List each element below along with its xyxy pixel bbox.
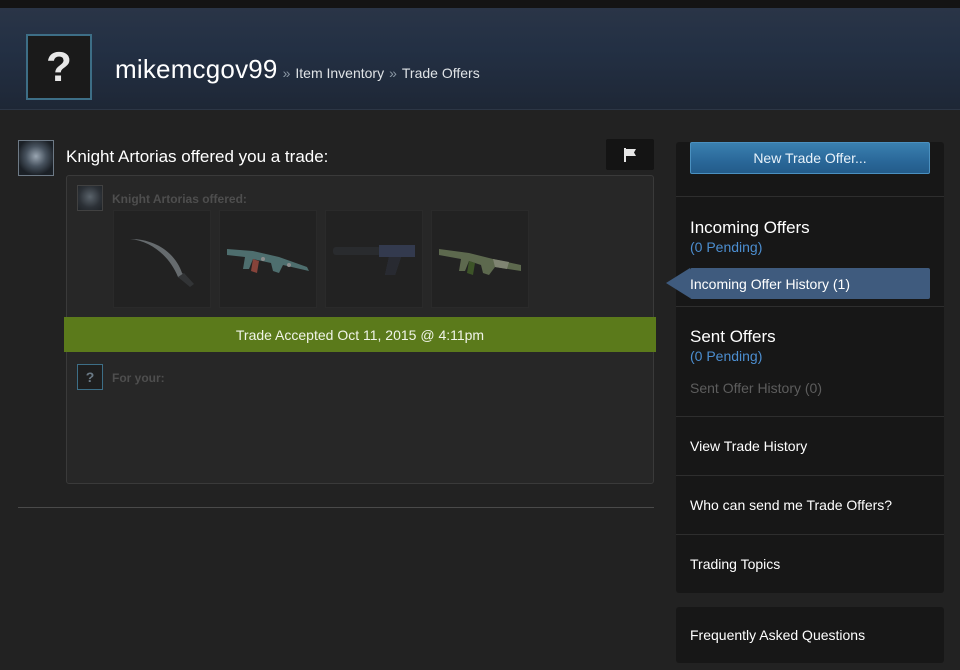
your-items-label: For your:	[112, 371, 165, 385]
divider	[18, 507, 654, 508]
offer-title: Knight Artorias offered you a trade:	[66, 147, 329, 166]
ak47-rifle-icon	[227, 249, 309, 273]
view-trade-history-link[interactable]: View Trade History	[690, 417, 930, 475]
trading-topics-section: Trading Topics	[676, 534, 944, 593]
username-link[interactable]: mikemcgov99	[115, 54, 278, 85]
main-content: Knight Artorias offered you a trade: Kni…	[0, 110, 960, 670]
trade-permissions-section: Who can send me Trade Offers?	[676, 475, 944, 534]
incoming-pending-link[interactable]: (0 Pending)	[690, 239, 930, 255]
trade-status-banner: Trade Accepted Oct 11, 2015 @ 4:11pm	[64, 317, 656, 352]
item-slot[interactable]	[431, 210, 529, 308]
top-bar	[0, 0, 960, 8]
breadcrumb-trade-offers[interactable]: Trade Offers	[402, 65, 480, 81]
flag-icon	[624, 147, 636, 162]
offerer-avatar[interactable]	[18, 140, 54, 176]
sent-offers-title[interactable]: Sent Offers	[690, 327, 930, 347]
breadcrumb-separator: »	[389, 65, 397, 81]
green-rifle-icon	[439, 249, 521, 275]
sent-offer-history-link[interactable]: Sent Offer History (0)	[690, 380, 930, 396]
incoming-offers-section: Incoming Offers (0 Pending) Incoming Off…	[666, 196, 944, 306]
silenced-pistol-icon	[333, 245, 415, 275]
sent-offers-section: Sent Offers (0 Pending) Sent Offer Histo…	[676, 306, 944, 416]
your-small-avatar: ?	[77, 364, 103, 390]
profile-header: ? mikemcgov99 » Item Inventory » Trade O…	[0, 8, 960, 110]
sidebar: New Trade Offer... Incoming Offers (0 Pe…	[666, 123, 944, 663]
offerer-items-label: Knight Artorias offered:	[112, 192, 247, 206]
offered-items	[113, 210, 529, 308]
who-can-send-offers-link[interactable]: Who can send me Trade Offers?	[690, 476, 930, 534]
breadcrumb-separator: »	[282, 65, 291, 81]
item-slot[interactable]	[219, 210, 317, 308]
item-slot[interactable]	[113, 210, 211, 308]
new-trade-offer-button[interactable]: New Trade Offer...	[690, 142, 930, 174]
incoming-offer-history-label: Incoming Offer History (1)	[690, 275, 851, 292]
faq-link[interactable]: Frequently Asked Questions	[690, 627, 865, 643]
user-avatar[interactable]: ?	[26, 34, 92, 100]
curved-knife-icon	[130, 239, 194, 287]
trade-history-section: View Trade History	[676, 416, 944, 475]
trading-topics-link[interactable]: Trading Topics	[690, 535, 930, 593]
item-slot[interactable]	[325, 210, 423, 308]
report-button[interactable]	[606, 139, 654, 170]
trade-nav-panel: New Trade Offer... Incoming Offers (0 Pe…	[666, 142, 944, 593]
incoming-offers-title[interactable]: Incoming Offers	[690, 218, 930, 238]
faq-panel: Frequently Asked Questions	[676, 607, 944, 663]
incoming-offer-history-tab[interactable]: Incoming Offer History (1)	[666, 268, 930, 299]
breadcrumb-item-inventory[interactable]: Item Inventory	[295, 65, 384, 81]
breadcrumb: mikemcgov99 » Item Inventory » Trade Off…	[115, 54, 480, 85]
sent-pending-link[interactable]: (0 Pending)	[690, 348, 930, 364]
offerer-small-avatar	[77, 185, 103, 211]
